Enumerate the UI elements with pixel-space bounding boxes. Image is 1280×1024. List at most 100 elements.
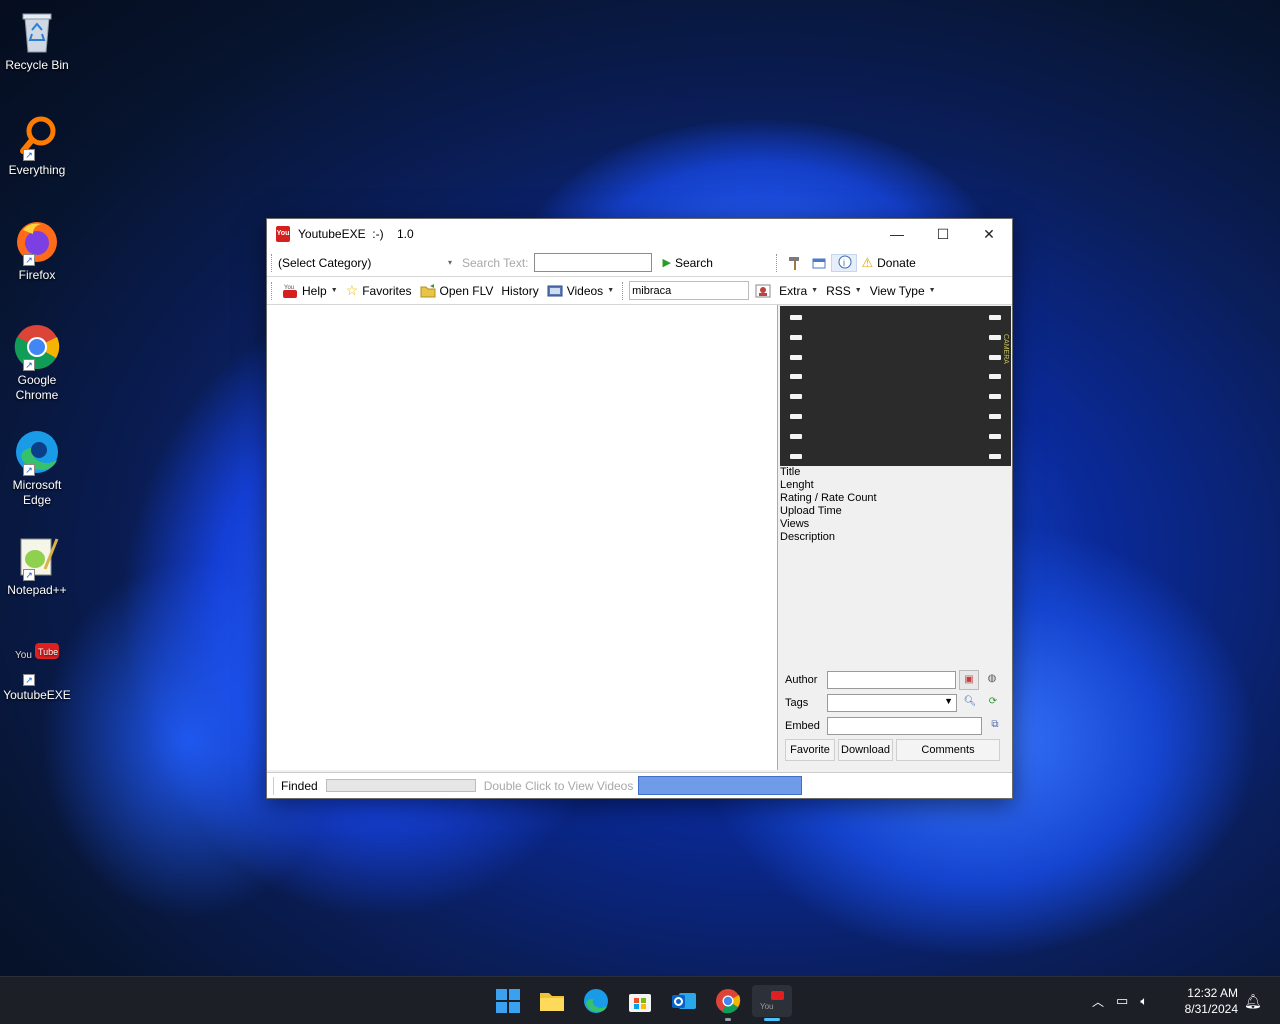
taskbar-edge[interactable] (576, 985, 616, 1017)
minimize-button[interactable]: — (874, 219, 920, 249)
info-rating: Rating / Rate Count (780, 492, 877, 504)
notifications-button[interactable]: 🔔︎ (1244, 977, 1262, 1024)
extra-menu[interactable]: Extra ▼ (775, 284, 822, 298)
toolbar-grip[interactable] (622, 281, 625, 300)
start-button[interactable] (488, 985, 528, 1017)
app-icon: You (276, 226, 290, 242)
author-globe-button[interactable]: ◍ (982, 670, 1002, 690)
copy-embed-button[interactable]: ⧉ (985, 716, 1005, 736)
network-icon[interactable]: ▭ (1116, 993, 1128, 1009)
desktop-icon-firefox[interactable]: ↗ Firefox (2, 218, 72, 283)
window-title: YoutubeEXE :-) 1.0 (298, 227, 414, 241)
author-profile-button[interactable]: ▣ (959, 670, 979, 690)
film-sprocket-hole (989, 394, 1001, 400)
chevron-up-icon[interactable]: ︿ (1092, 993, 1104, 1010)
shortcut-arrow-icon: ↗ (23, 674, 35, 686)
desktop-icon-youtubeexe[interactable]: You Tube ↗ YoutubeEXE (2, 638, 72, 703)
donate-button[interactable]: ⚠ Donate (857, 255, 919, 271)
info-button[interactable]: i (831, 253, 858, 272)
volume-icon[interactable]: 🔈︎ (1140, 994, 1147, 1009)
film-sprocket-hole (989, 433, 1001, 439)
tags-combobox[interactable]: ▼ (827, 694, 957, 712)
svg-text:You: You (15, 650, 32, 661)
notepadpp-icon: ↗ (13, 533, 61, 581)
search-input[interactable] (534, 253, 653, 272)
tags-search-button[interactable]: 🔍︎ (960, 693, 980, 713)
taskbar-chrome[interactable] (708, 985, 748, 1021)
youtubeexe-window: You YoutubeEXE :-) 1.0 — ☐ ✕ (Select Cat… (266, 218, 1013, 799)
open-flv-button[interactable]: Open FLV (416, 283, 498, 299)
taskbar-store[interactable] (620, 985, 660, 1017)
film-sprocket-hole (790, 394, 802, 400)
desktop-icon-label: YoutubeEXE (3, 688, 71, 702)
favorite-button[interactable]: Favorite (785, 739, 835, 761)
tags-label: Tags (785, 697, 809, 709)
taskbar-youtubeexe[interactable]: You (752, 985, 792, 1021)
desktop-icon-label: Recycle Bin (5, 58, 69, 72)
taskbar-file-explorer[interactable] (532, 985, 572, 1017)
globe-icon: ◍ (987, 673, 997, 684)
toolbar-grip[interactable] (271, 253, 274, 272)
film-sprocket-hole (989, 315, 1001, 320)
shortcut-arrow-icon: ↗ (23, 464, 35, 476)
youtubeexe-icon: You Tube ↗ (13, 638, 61, 686)
author-field[interactable] (827, 671, 956, 689)
video-list[interactable] (267, 305, 778, 770)
youtubeexe-icon: You (760, 991, 784, 1011)
history-button[interactable]: History (497, 284, 542, 298)
taskbar-outlook[interactable] (664, 985, 704, 1017)
film-sprocket-hole (790, 374, 802, 380)
caret-down-icon: ▼ (854, 287, 862, 294)
status-divider (273, 776, 275, 795)
toolbar-search: (Select Category) ▾ Search Text: ▶ Searc… (267, 249, 1012, 277)
videos-label: Videos (566, 283, 604, 298)
film-sprocket-hole (989, 354, 1001, 360)
windows-logo-icon (496, 989, 520, 1013)
firefox-icon: ↗ (13, 218, 61, 266)
info-upload-time: Upload Time (780, 505, 842, 517)
desktop-icon-edge[interactable]: ↗ Microsoft Edge (2, 428, 72, 508)
desktop-icon-notepadpp[interactable]: ↗ Notepad++ (2, 533, 72, 598)
edge-icon: ↗ (13, 428, 61, 476)
tags-refresh-button[interactable]: ⟳ (983, 693, 1003, 713)
clock-date: 8/31/2024 (1184, 1002, 1238, 1016)
toolbar-grip[interactable] (776, 253, 779, 272)
desktop-icon-everything[interactable]: ↗ Everything (2, 113, 72, 178)
embed-field[interactable] (827, 717, 982, 735)
title-bar[interactable]: You YoutubeEXE :-) 1.0 — ☐ ✕ (267, 219, 1012, 249)
channel-input[interactable] (629, 281, 750, 300)
comments-button[interactable]: Comments (896, 739, 1000, 761)
window-mode-button[interactable] (807, 255, 831, 271)
download-button[interactable]: Download (838, 739, 893, 761)
tools-button[interactable] (783, 255, 807, 271)
user-videos-button[interactable] (751, 283, 775, 299)
favorites-button[interactable]: ☆ Favorites (342, 282, 416, 299)
category-select[interactable]: (Select Category) ▾ (278, 253, 454, 273)
favorites-label: Favorites (362, 283, 412, 298)
caret-down-icon: ▼ (928, 287, 936, 294)
maximize-button[interactable]: ☐ (920, 219, 966, 249)
video-preview[interactable]: CAMERA (780, 306, 1011, 466)
recycle-bin-icon (13, 8, 61, 56)
help-menu[interactable]: You Help ▼ (278, 283, 342, 299)
help-label: Help (302, 283, 327, 298)
open-flv-label: Open FLV (439, 283, 494, 298)
close-button[interactable]: ✕ (966, 219, 1012, 249)
desktop-icon-chrome[interactable]: ↗ Google Chrome (2, 323, 72, 403)
toolbar-grip[interactable] (271, 281, 274, 300)
toolbar-main: You Help ▼ ☆ Favorites Open FLV History … (267, 277, 1012, 305)
rss-menu[interactable]: RSS ▼ (822, 284, 866, 298)
store-icon (629, 994, 651, 1012)
search-button[interactable]: ▶ Search (658, 256, 772, 270)
view-type-menu[interactable]: View Type ▼ (866, 284, 940, 298)
videos-menu[interactable]: Videos ▼ (543, 283, 618, 299)
chevron-down-icon: ▼ (944, 696, 953, 706)
status-highlight-panel (638, 776, 803, 795)
view-type-label: View Type (869, 283, 925, 298)
category-select-value: (Select Category) (278, 255, 372, 270)
youtube-icon: You (282, 283, 298, 299)
desktop-icon-recycle-bin[interactable]: Recycle Bin (2, 8, 72, 73)
profile-card-icon: ▣ (964, 674, 974, 685)
info-length: Lenght (780, 479, 814, 491)
clock[interactable]: 12:32 AM 8/31/2024 (1176, 977, 1238, 1024)
